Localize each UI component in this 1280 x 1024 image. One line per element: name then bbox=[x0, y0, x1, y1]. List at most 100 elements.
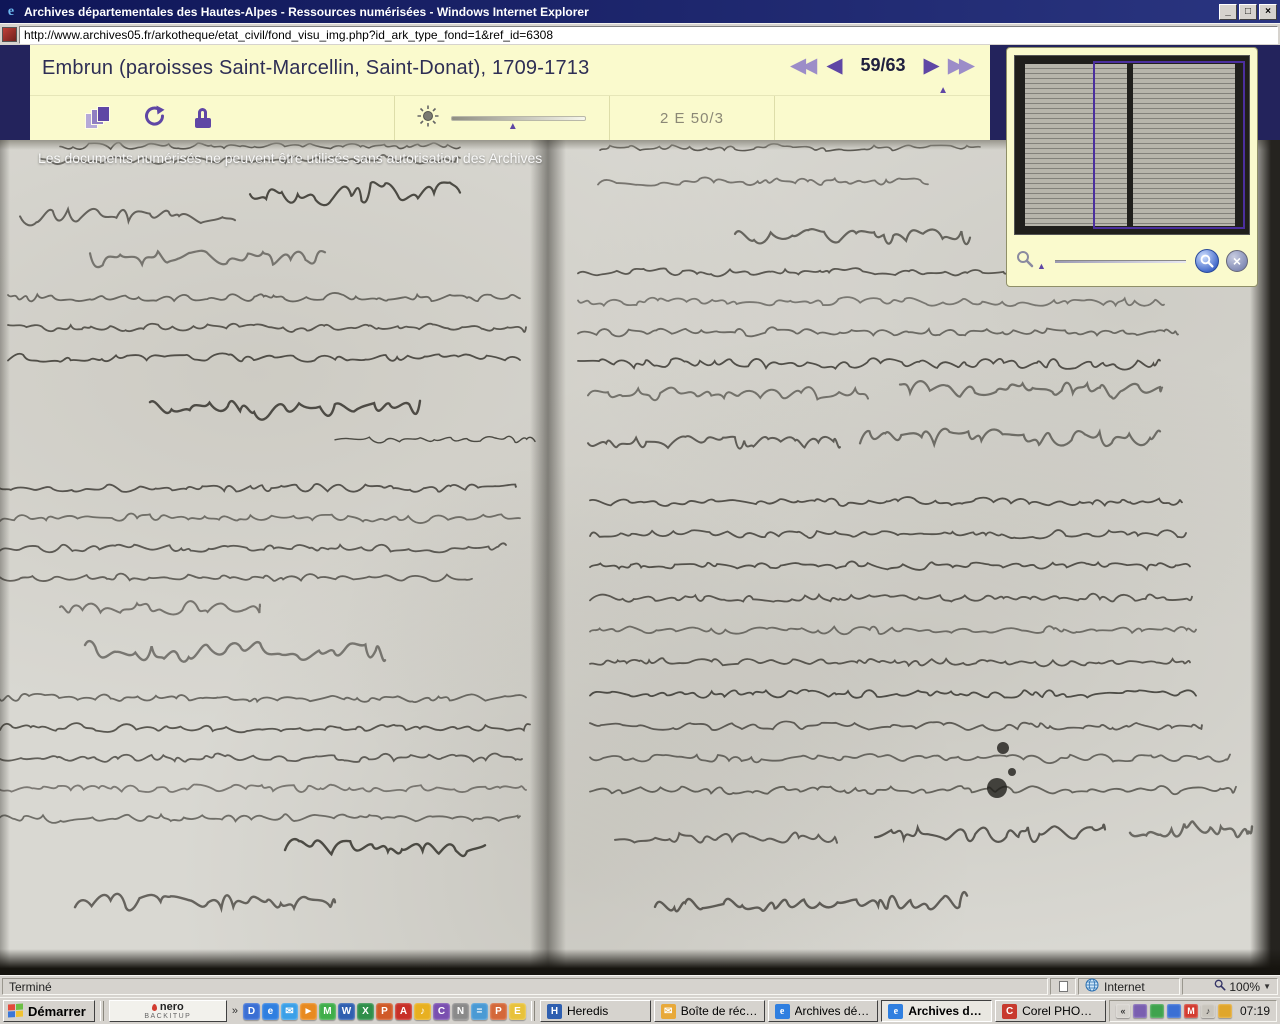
url-input[interactable] bbox=[19, 26, 1278, 44]
scan-left-edge bbox=[0, 140, 10, 975]
page-indicator: 59/63 bbox=[860, 55, 905, 76]
antivirus-tray-icon[interactable] bbox=[1150, 1004, 1164, 1018]
status-icon-pane bbox=[1050, 978, 1076, 995]
taskbar-button-label: Boîte de récepti... bbox=[681, 1004, 758, 1018]
book-gutter bbox=[530, 140, 566, 975]
maximize-button[interactable]: □ bbox=[1239, 4, 1257, 20]
site-favicon-icon bbox=[2, 27, 17, 42]
toolbar-grip[interactable] bbox=[531, 1001, 535, 1021]
toolbar-filler bbox=[775, 96, 990, 140]
status-bar: Terminé Internet 100% ▼ bbox=[0, 975, 1280, 997]
page-navigation: ◀◀ ◀ 59/63 ▶ ▶▶ bbox=[790, 53, 976, 78]
taskbar-button-label: Archives dépa... bbox=[908, 1004, 985, 1018]
taskbar-button-nero[interactable]: nero BACKITUP bbox=[109, 1000, 227, 1022]
excel-icon[interactable]: X bbox=[357, 1003, 374, 1020]
internet-explorer-window: e Archives départementales des Hautes-Al… bbox=[0, 0, 1280, 1024]
document-reference: 2 E 50/3 bbox=[660, 110, 724, 127]
toolbar-icons-cell bbox=[30, 96, 395, 140]
nero-flame-icon bbox=[152, 1004, 157, 1011]
paint-icon[interactable]: P bbox=[490, 1003, 507, 1020]
media-player-icon[interactable]: ► bbox=[300, 1003, 317, 1020]
viewer-toolbar: ▲ 2 E 50/3 bbox=[30, 95, 990, 140]
nero-sublabel: BACKITUP bbox=[144, 1013, 191, 1021]
tray-icons: « M♪ bbox=[1116, 1004, 1232, 1018]
nero-label: nero bbox=[160, 1001, 184, 1013]
zoom-caret-icon[interactable]: ▼ bbox=[1263, 982, 1271, 991]
brightness-slider[interactable]: ▲ bbox=[451, 116, 586, 121]
mail-icon: ✉ bbox=[661, 1004, 676, 1019]
brightness-sun-icon bbox=[417, 105, 439, 132]
zoom-level: 100% bbox=[1229, 980, 1260, 994]
taskbar-clock[interactable]: 07:19 bbox=[1240, 1004, 1270, 1018]
internet-explorer-icon: e bbox=[888, 1004, 903, 1019]
first-page-button[interactable]: ◀◀ bbox=[790, 53, 818, 78]
globe-icon bbox=[1085, 978, 1099, 995]
security-zone-pane: Internet bbox=[1078, 978, 1180, 995]
window-title: Archives départementales des Hautes-Alpe… bbox=[24, 5, 1219, 19]
scheduler-tray-icon[interactable] bbox=[1218, 1004, 1232, 1018]
close-navigator-button[interactable]: × bbox=[1226, 250, 1248, 272]
internet-explorer-icon[interactable]: e bbox=[262, 1003, 279, 1020]
taskbar-button-corel[interactable]: C Corel PHOTO-P... bbox=[995, 1000, 1106, 1022]
outlook-express-icon[interactable]: ✉ bbox=[281, 1003, 298, 1020]
taskbar-button-archives-2-active[interactable]: e Archives dépa... bbox=[881, 1000, 992, 1022]
messenger-tray-icon[interactable]: M bbox=[1184, 1004, 1198, 1018]
close-button[interactable]: × bbox=[1259, 4, 1277, 20]
start-button[interactable]: Démarrer bbox=[3, 1000, 95, 1022]
show-desktop-icon[interactable]: D bbox=[243, 1003, 260, 1020]
security-zone-label: Internet bbox=[1104, 980, 1145, 994]
nero-logo: nero bbox=[152, 1001, 184, 1013]
audio-player-icon[interactable]: ♪ bbox=[414, 1003, 431, 1020]
zoom-slider[interactable] bbox=[1055, 260, 1186, 263]
quick-launch-overflow-chevron[interactable]: » bbox=[230, 1005, 240, 1017]
taskbar-button-label: Corel PHOTO-P... bbox=[1022, 1004, 1099, 1018]
calculator-icon[interactable]: = bbox=[471, 1003, 488, 1020]
viewport-rectangle[interactable] bbox=[1093, 61, 1245, 229]
copyright-watermark: Les documents numérisés ne peuvent être … bbox=[38, 150, 542, 166]
messenger-icon[interactable]: M bbox=[319, 1003, 336, 1020]
viewer-header-top: Embrun (paroisses Saint-Marcellin, Saint… bbox=[30, 45, 990, 95]
graphics-tray-icon[interactable] bbox=[1133, 1004, 1147, 1018]
zoom-pane[interactable]: 100% ▼ bbox=[1182, 978, 1278, 995]
hidden-icons-chevron[interactable]: « bbox=[1116, 1004, 1130, 1018]
lock-icon[interactable] bbox=[195, 108, 213, 129]
explorer-icon[interactable]: E bbox=[509, 1003, 526, 1020]
minimize-button[interactable]: _ bbox=[1219, 4, 1237, 20]
notepad-icon[interactable]: N bbox=[452, 1003, 469, 1020]
taskbar-button-inbox[interactable]: ✉ Boîte de récepti... bbox=[654, 1000, 765, 1022]
brightness-slider-marker[interactable]: ▲ bbox=[508, 122, 518, 132]
taskbar-button-heredis[interactable]: H Heredis bbox=[540, 1000, 651, 1022]
acrobat-icon[interactable]: A bbox=[395, 1003, 412, 1020]
address-bar bbox=[0, 23, 1280, 45]
heredis-icon: H bbox=[547, 1004, 562, 1019]
viewer-header: Embrun (paroisses Saint-Marcellin, Saint… bbox=[30, 45, 990, 140]
navigator-thumbnail[interactable] bbox=[1014, 55, 1250, 235]
word-icon[interactable]: W bbox=[338, 1003, 355, 1020]
zoom-button[interactable] bbox=[1195, 249, 1219, 273]
status-pane: Terminé bbox=[2, 978, 1048, 995]
start-label: Démarrer bbox=[28, 1004, 86, 1019]
next-page-button[interactable]: ▶ bbox=[924, 53, 940, 78]
window-titlebar[interactable]: e Archives départementales des Hautes-Al… bbox=[0, 0, 1280, 23]
zoom-magnifier-icon bbox=[1016, 250, 1034, 273]
windows-flag-icon bbox=[8, 1003, 24, 1018]
taskbar-button-archives-1[interactable]: e Archives départ... bbox=[768, 1000, 879, 1022]
taskbar-button-label: Heredis bbox=[567, 1004, 608, 1018]
rotate-icon[interactable] bbox=[143, 105, 167, 132]
last-page-button[interactable]: ▶▶ bbox=[948, 53, 976, 78]
volume-tray-icon[interactable]: ♪ bbox=[1201, 1004, 1215, 1018]
previous-page-button[interactable]: ◀ bbox=[826, 53, 842, 78]
navigator-panel: ▲ × bbox=[1006, 47, 1258, 287]
page-layout-icon[interactable] bbox=[85, 106, 115, 130]
status-text: Terminé bbox=[9, 980, 52, 994]
window-controls: _ □ × bbox=[1219, 4, 1277, 20]
photo-editor-icon[interactable]: C bbox=[433, 1003, 450, 1020]
scan-bottom-edge bbox=[0, 949, 1280, 975]
taskbar: Démarrer nero BACKITUP » De✉►MWXPA♪CN=PE… bbox=[0, 997, 1280, 1024]
display-tray-icon[interactable] bbox=[1167, 1004, 1181, 1018]
zoom-slider-marker[interactable]: ▲ bbox=[1037, 261, 1046, 271]
powerpoint-icon[interactable]: P bbox=[376, 1003, 393, 1020]
zoom-status-icon bbox=[1214, 979, 1226, 994]
toolbar-grip[interactable] bbox=[100, 1001, 104, 1021]
brightness-cell: ▲ bbox=[395, 96, 610, 140]
